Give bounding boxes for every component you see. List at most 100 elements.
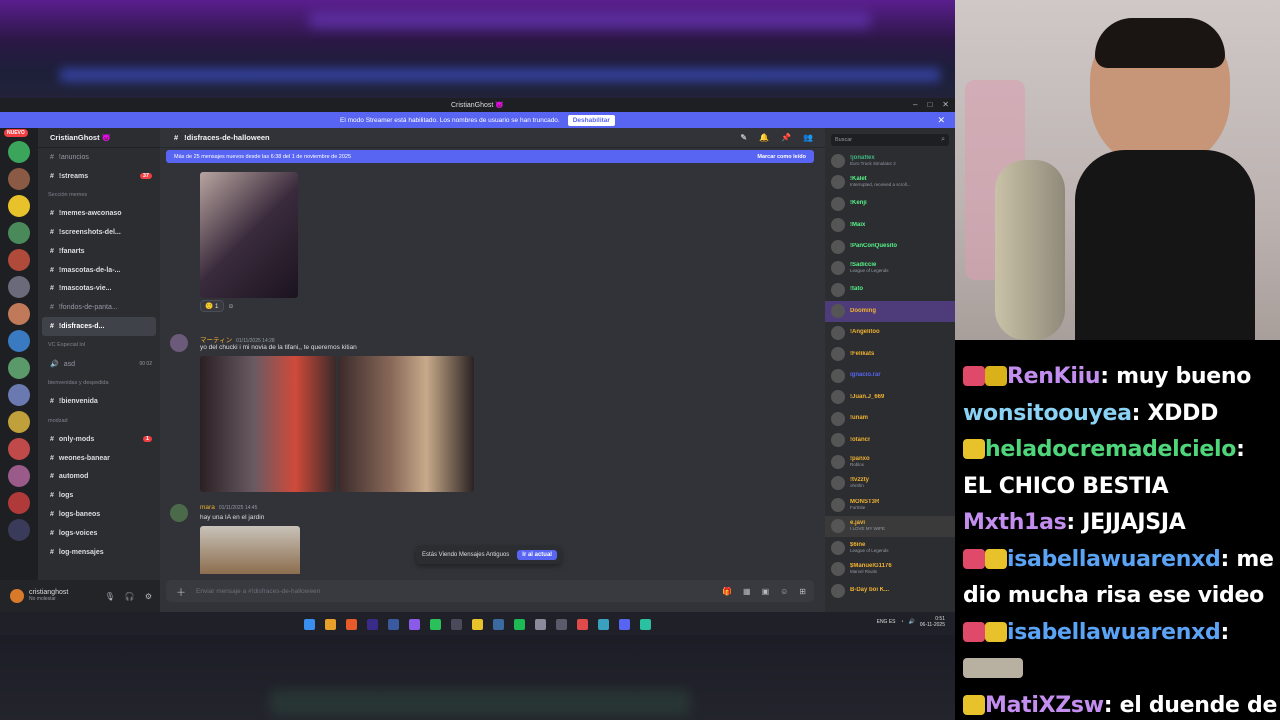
server-icon[interactable] [8,330,30,352]
close-banner-icon[interactable]: ✕ [937,115,945,126]
chat-username[interactable]: Mxth1as [963,510,1067,535]
server-icon[interactable] [8,465,30,487]
jump-to-present-button[interactable]: Ir al actual [517,550,557,560]
member-item[interactable]: !otancr [825,430,955,452]
windows-start-icon[interactable] [304,618,315,630]
channel-category[interactable]: Sección memes [38,186,160,205]
add-reaction-icon[interactable]: ☺ [228,303,235,310]
chat-username[interactable]: MatiXZsw [985,693,1104,718]
microphone-icon[interactable]: 🎙 [105,592,115,601]
costume-photo[interactable] [200,356,336,492]
tray-lang[interactable]: ENG ES [877,619,896,625]
firefox-icon[interactable] [346,618,357,630]
server-icon[interactable] [8,195,30,217]
disable-streamer-button[interactable]: Deshabilitar [567,114,615,126]
pin-icon[interactable]: 📌 [781,133,791,142]
server-icon[interactable] [8,411,30,433]
mark-read-button[interactable]: Marcar como leído [757,154,806,160]
photoshop-icon[interactable] [388,618,399,630]
channel-category[interactable]: modzad [38,411,160,430]
channel-category[interactable]: VC Especial lol [38,336,160,355]
member-item[interactable]: !Juan.J_669 [825,387,955,409]
chrome-icon[interactable] [577,618,588,630]
member-item[interactable]: e.javi I LOVE MY WIFE [825,515,955,537]
channel-item[interactable]: # !bienvenida [38,392,160,411]
maximize-icon[interactable]: □ [927,100,932,109]
chat-username[interactable]: heladocremadelcielo [985,437,1236,462]
gif-icon[interactable]: ▦ [743,587,751,596]
bell-icon[interactable]: 🔔 [759,133,769,142]
channel-item[interactable]: # !disfraces-d... [42,317,156,336]
emoji-icon[interactable]: ☺ [780,587,788,596]
channel-item[interactable]: # !memes-awconaso [38,204,160,223]
avatar[interactable] [170,504,188,522]
gift-icon[interactable]: 🎁 [722,587,732,596]
channel-item[interactable]: # logs-baneos [38,505,160,524]
member-item[interactable]: !Angelitoo [825,322,955,344]
member-item[interactable]: !Sadiccie League of Legends [825,258,955,280]
app-icon[interactable] [451,618,462,630]
server-name[interactable]: CristianGhost 😈 [38,128,160,148]
avatar[interactable] [10,589,24,603]
chucky-photo[interactable] [338,356,474,492]
channel-item[interactable]: 🔊 asd 00 02 [38,355,160,374]
search-icon[interactable] [325,618,336,630]
wifi-icon[interactable]: ◔ [901,619,904,625]
channel-item[interactable]: # weones-banear [38,449,160,468]
chat-username[interactable]: isabellawuarenxd [1007,547,1221,572]
chat-username[interactable]: isabellawuarenxd [1007,620,1221,645]
member-item[interactable]: !tato [825,279,955,301]
message-input[interactable]: ＋ Enviar mensaje a #!disfraces-de-hallow… [166,580,814,602]
spotify-icon[interactable] [514,618,525,630]
gear-icon[interactable]: ⚙ [145,592,152,601]
apps-icon[interactable]: ⊞ [799,587,806,596]
app-icon[interactable] [640,618,651,630]
message-author[interactable]: マーティン [200,337,232,344]
search-input[interactable]: Buscar ⌕ [831,134,949,146]
chat-username[interactable]: RenKiiu [1007,364,1101,389]
app-icon[interactable] [409,618,420,630]
channel-item[interactable]: # logs-voices [38,524,160,543]
clock-date[interactable]: 06-11-2025 [920,622,945,628]
server-icon[interactable] [8,438,30,460]
channel-item[interactable]: # logs [38,486,160,505]
channel-item[interactable]: # only-mods 1 [38,430,160,449]
channel-item[interactable]: # !fondos-de-panta... [38,298,160,317]
close-icon[interactable]: ✕ [942,100,949,109]
server-icon[interactable] [8,384,30,406]
member-item[interactable]: !panxo Roblox [825,451,955,473]
costume-video-thumbnail[interactable] [200,172,298,298]
member-item[interactable]: !unam [825,408,955,430]
server-icon[interactable] [8,168,30,190]
member-item[interactable]: !Maix [825,215,955,237]
app-icon[interactable] [598,618,609,630]
member-item[interactable]: !Felikats [825,344,955,366]
server-icon[interactable] [8,249,30,271]
server-icon[interactable] [8,519,30,541]
server-icon[interactable] [8,276,30,298]
channel-item[interactable]: # !streams 37 [38,167,160,186]
channel-item[interactable]: # !anuncios [38,148,160,167]
channel-item[interactable]: # !screenshots-del... [38,223,160,242]
app-icon[interactable] [430,618,441,630]
member-item[interactable]: ignacio.rar [825,365,955,387]
server-icon[interactable] [8,222,30,244]
channel-category[interactable]: bienvenidas y despedida [38,374,160,393]
headphones-icon[interactable]: 🎧 [125,592,135,601]
member-item[interactable]: !jonaflex Euro Truck Simulator 2 [825,150,955,172]
server-icon[interactable] [8,303,30,325]
channel-item[interactable]: # !mascotas-de-la-... [38,261,160,280]
discord-icon[interactable] [619,618,630,630]
member-item[interactable]: !PanConQuesito [825,236,955,258]
app-icon[interactable] [556,618,567,630]
app-icon[interactable] [493,618,504,630]
reaction-button[interactable]: 🙂 1 [200,300,224,312]
member-item[interactable]: !Kenji [825,193,955,215]
channel-item[interactable]: # log-mensajes [38,543,160,562]
settings-icon[interactable] [535,618,546,630]
member-item[interactable]: $6ine League of Legends [825,537,955,559]
threads-icon[interactable]: ✎ [740,133,747,142]
member-item[interactable]: !tv2zty ohnthn [825,473,955,495]
channel-item[interactable]: # automod [38,468,160,487]
avatar[interactable] [170,334,188,352]
